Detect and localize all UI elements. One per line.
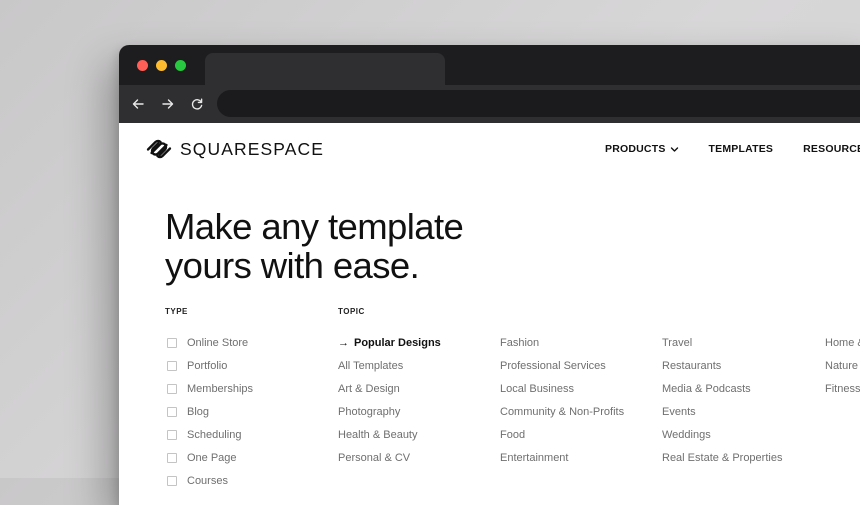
- page-content: SQUARESPACE PRODUCTS TEMPLATES RESOURCES…: [119, 123, 860, 505]
- brand-name: SQUARESPACE: [180, 138, 325, 159]
- type-filter-heading: TYPE: [165, 307, 188, 316]
- nav-item-label: TEMPLATES: [708, 143, 774, 155]
- topic-link[interactable]: Personal & CV: [338, 446, 441, 469]
- page-title: Make any template yours with ease.: [165, 207, 625, 285]
- type-filter-label: Courses: [187, 474, 228, 487]
- browser-window: SQUARESPACE PRODUCTS TEMPLATES RESOURCES…: [119, 45, 860, 505]
- type-filter-portfolio[interactable]: Portfolio: [167, 354, 253, 377]
- topic-link[interactable]: Food: [500, 423, 624, 446]
- page-title-line-2: yours with ease.: [165, 245, 420, 286]
- type-filter-online-store[interactable]: Online Store: [167, 331, 253, 354]
- forward-button[interactable]: [158, 94, 178, 114]
- squarespace-logo-icon: [146, 139, 172, 159]
- type-filter-label: Portfolio: [187, 359, 228, 372]
- nav-item-label: PRODUCTS: [605, 143, 666, 155]
- page-title-line-1: Make any template: [165, 206, 464, 247]
- topic-link[interactable]: Real Estate & Properties: [662, 446, 782, 469]
- topic-link[interactable]: Community & Non-Profits: [500, 400, 624, 423]
- type-filter-blog[interactable]: Blog: [167, 400, 253, 423]
- type-filter-label: Blog: [187, 405, 210, 418]
- arrow-left-icon: [132, 99, 144, 109]
- topic-link[interactable]: Health & Beauty: [338, 423, 441, 446]
- brand-logo[interactable]: SQUARESPACE: [145, 137, 324, 161]
- arrow-right-icon: [162, 99, 174, 109]
- reload-button[interactable]: [187, 94, 207, 114]
- topic-link[interactable]: Nature: [825, 354, 860, 377]
- type-filter-courses[interactable]: Courses: [167, 469, 253, 492]
- topic-link-label: Popular Designs: [354, 336, 441, 349]
- type-filter-label: Scheduling: [187, 428, 242, 441]
- checkbox[interactable]: [167, 475, 177, 486]
- checkbox[interactable]: [167, 360, 177, 371]
- topic-link[interactable]: Fashion: [500, 331, 624, 354]
- reload-icon: [191, 98, 203, 110]
- topic-link[interactable]: Local Business: [500, 377, 624, 400]
- topic-link[interactable]: All Templates: [338, 354, 441, 377]
- chevron-down-icon: [670, 146, 678, 152]
- topic-link[interactable]: Fitness: [825, 377, 860, 400]
- address-bar[interactable]: [217, 90, 860, 117]
- type-filter-memberships[interactable]: Memberships: [167, 377, 253, 400]
- topic-link[interactable]: Home &: [825, 331, 860, 354]
- topic-link[interactable]: Photography: [338, 400, 441, 423]
- nav-item-products[interactable]: PRODUCTS: [605, 143, 679, 155]
- topic-link[interactable]: Restaurants: [662, 354, 782, 377]
- back-button[interactable]: [128, 94, 148, 114]
- type-filter-one-page[interactable]: One Page: [167, 446, 253, 469]
- type-filter-label: One Page: [187, 451, 237, 464]
- arrow-right-icon: →: [338, 336, 349, 349]
- topic-link[interactable]: Art & Design: [338, 377, 441, 400]
- nav-item-resources[interactable]: RESOURCES: [803, 143, 860, 155]
- topic-column-4: Home & Nature Fitness: [825, 331, 860, 400]
- browser-tab[interactable]: [205, 53, 445, 85]
- nav-item-label: RESOURCES: [803, 143, 860, 155]
- type-filter-scheduling[interactable]: Scheduling: [167, 423, 253, 446]
- topic-link[interactable]: Media & Podcasts: [662, 377, 782, 400]
- topic-link[interactable]: Entertainment: [500, 446, 624, 469]
- browser-titlebar: [119, 45, 860, 85]
- checkbox[interactable]: [167, 383, 177, 394]
- topic-link[interactable]: Travel: [662, 331, 782, 354]
- topic-link-popular-designs[interactable]: → Popular Designs: [338, 331, 441, 354]
- topic-link[interactable]: Events: [662, 400, 782, 423]
- topic-filter-heading: TOPIC: [338, 307, 365, 316]
- nav-item-templates[interactable]: TEMPLATES: [709, 143, 774, 155]
- checkbox[interactable]: [167, 406, 177, 417]
- type-filter-label: Online Store: [187, 336, 249, 349]
- topic-link[interactable]: Professional Services: [500, 354, 624, 377]
- checkbox[interactable]: [167, 337, 177, 348]
- close-window-button[interactable]: [137, 60, 148, 71]
- topic-column-3: Travel Restaurants Media & Podcasts Even…: [662, 331, 782, 469]
- topic-column-2: Fashion Professional Services Local Busi…: [500, 331, 624, 469]
- maximize-window-button[interactable]: [175, 60, 186, 71]
- topic-column-1: → Popular Designs All Templates Art & De…: [338, 331, 441, 469]
- type-filter-label: Memberships: [187, 382, 254, 395]
- minimize-window-button[interactable]: [156, 60, 167, 71]
- main-nav: PRODUCTS TEMPLATES RESOURCES: [605, 143, 860, 155]
- checkbox[interactable]: [167, 429, 177, 440]
- checkbox[interactable]: [167, 452, 177, 463]
- topic-link[interactable]: Weddings: [662, 423, 782, 446]
- type-filter-list: Online Store Portfolio Memberships Blog …: [167, 331, 253, 492]
- browser-toolbar: [119, 85, 860, 123]
